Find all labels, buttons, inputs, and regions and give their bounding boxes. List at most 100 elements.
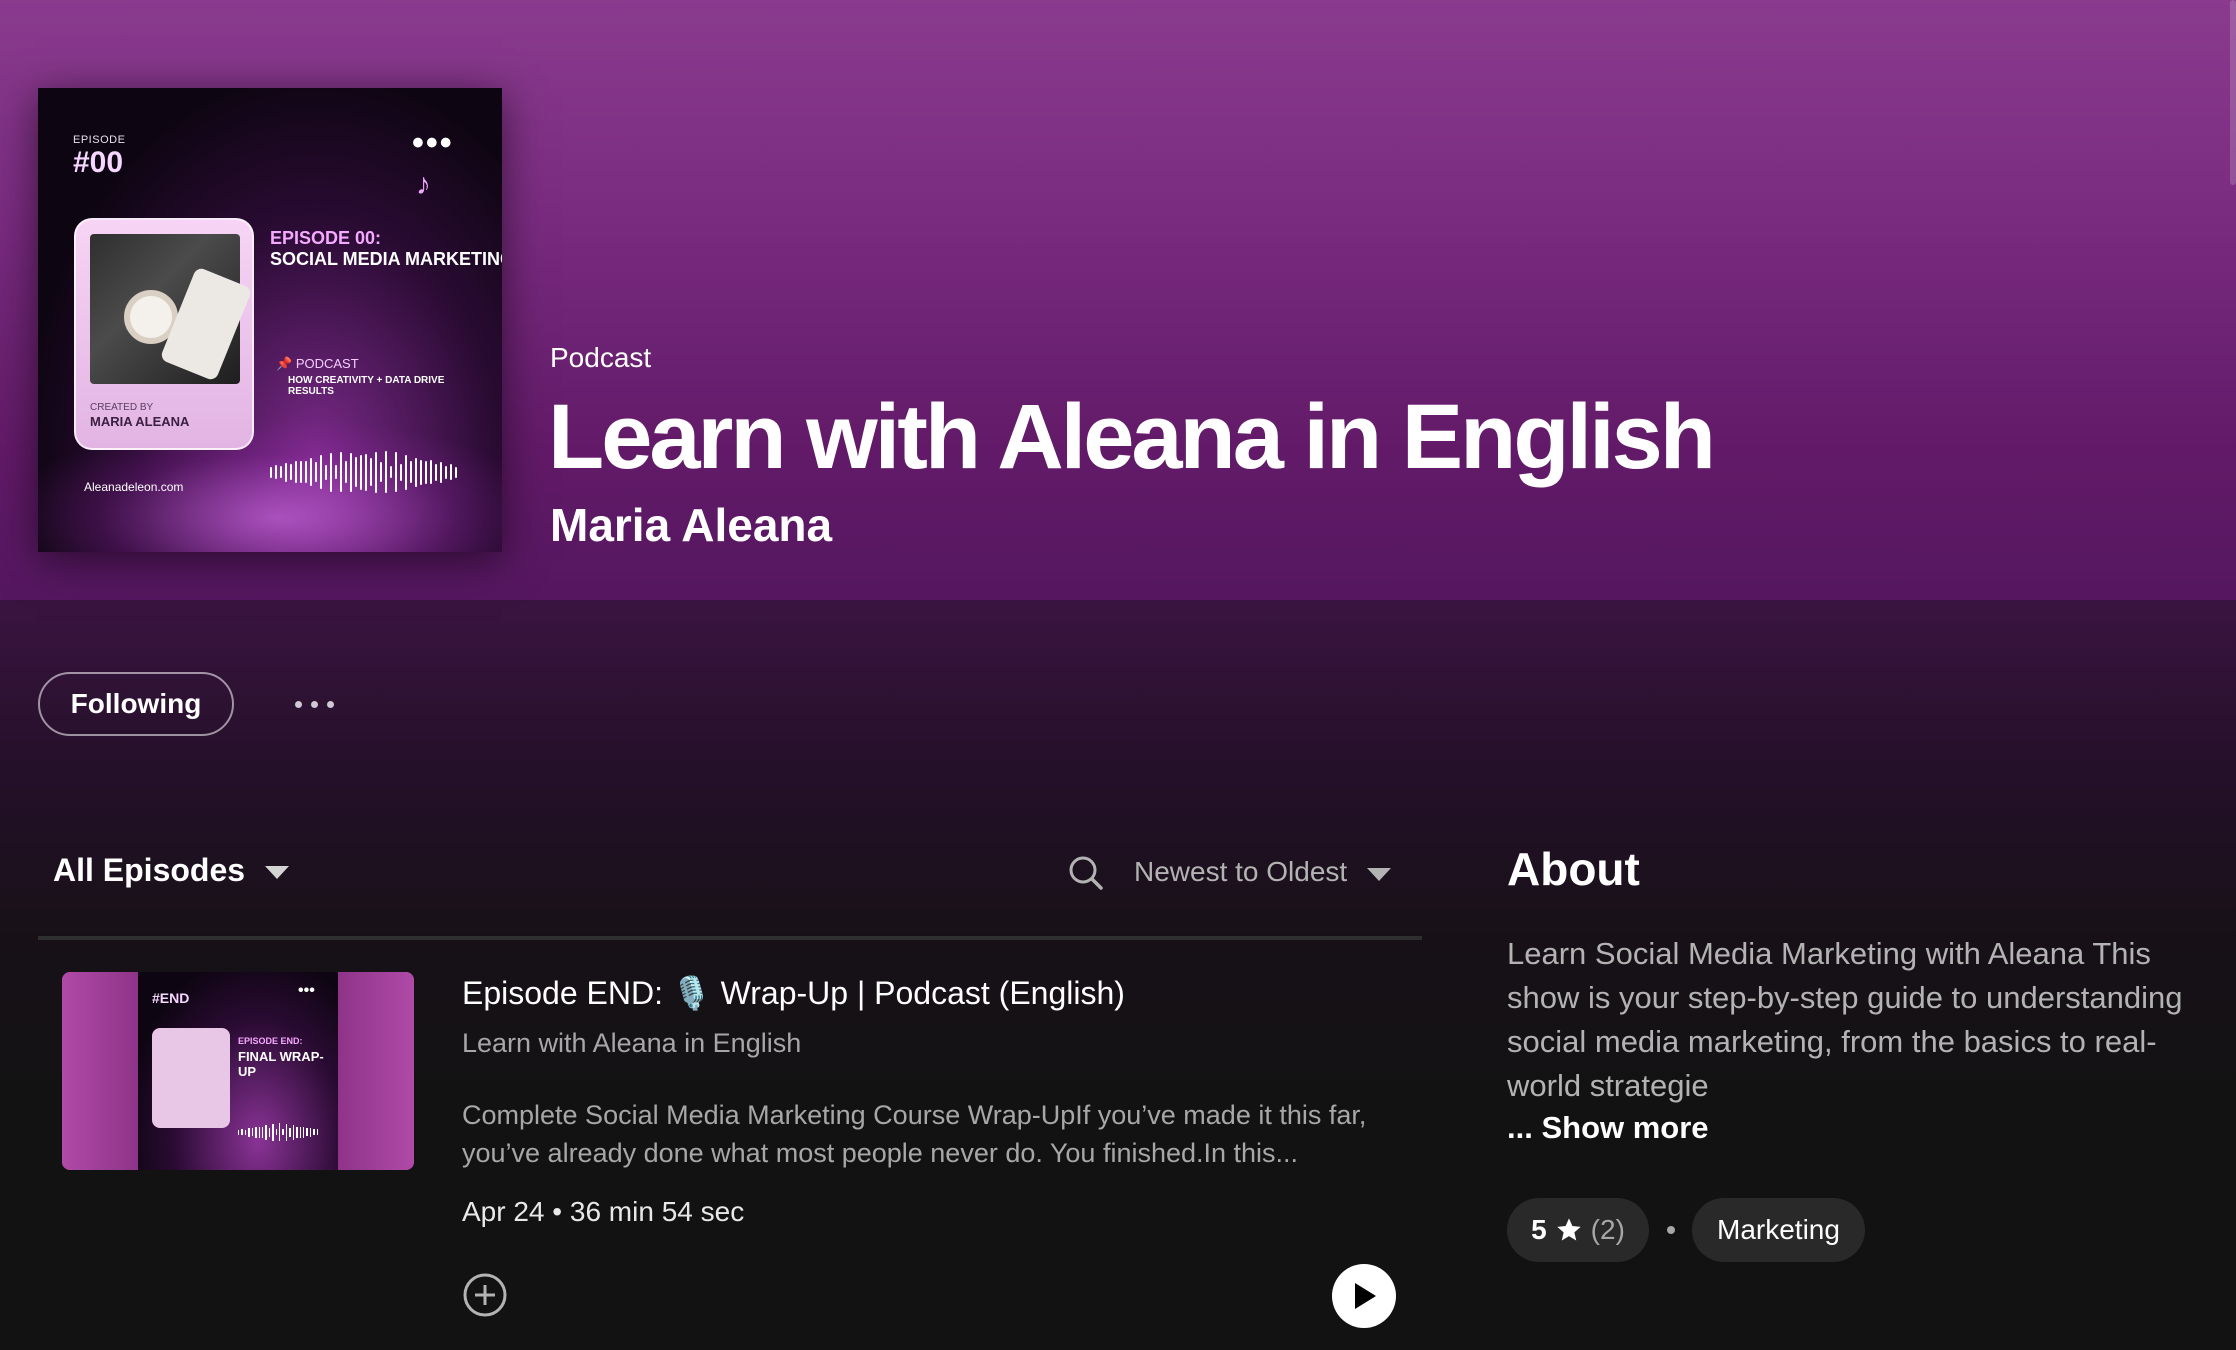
thumbnail-side-fill bbox=[338, 972, 414, 1170]
about-description: Learn Social Media Marketing with Aleana… bbox=[1507, 936, 2183, 1103]
star-icon bbox=[1557, 1218, 1581, 1241]
cover-dots-icon: ••• bbox=[412, 124, 454, 162]
waveform-bar bbox=[290, 464, 292, 480]
rating-value: 5 bbox=[1531, 1214, 1547, 1245]
waveform-bar bbox=[385, 451, 387, 493]
separator-dot bbox=[1667, 1226, 1675, 1234]
ellipsis-icon-dot bbox=[294, 700, 302, 708]
cover-created-by-name: MARIA ALEANA bbox=[90, 414, 190, 429]
waveform-bar bbox=[272, 1123, 274, 1141]
category-tag[interactable]: Marketing bbox=[1692, 1198, 1865, 1262]
cover-photo bbox=[90, 234, 253, 384]
episode-description: Complete Social Media Marketing Course W… bbox=[462, 1100, 1367, 1168]
waveform-bar bbox=[241, 1129, 243, 1135]
podcast-cover-art: EPISODE #00 ••• ♪ CREATED BY MARIA ALEAN… bbox=[38, 88, 502, 552]
waveform-bar bbox=[282, 1129, 284, 1135]
following-button[interactable]: Following bbox=[38, 672, 234, 736]
waveform-bar bbox=[340, 452, 342, 492]
waveform-bar bbox=[303, 1126, 305, 1138]
phone-shape bbox=[159, 266, 253, 382]
episodes-filter-dropdown[interactable]: All Episodes bbox=[53, 852, 290, 889]
more-options-button[interactable] bbox=[284, 680, 344, 728]
waveform-bar bbox=[299, 1126, 302, 1138]
waveform-bar bbox=[285, 1123, 288, 1141]
waveform-bar bbox=[360, 454, 362, 490]
waveform-bar bbox=[300, 461, 302, 483]
waveform-bar bbox=[415, 457, 417, 487]
list-divider bbox=[38, 936, 1422, 940]
waveform-bar bbox=[244, 1129, 247, 1135]
waveform-bar bbox=[295, 461, 297, 483]
waveform-bar bbox=[450, 464, 452, 480]
waveform-bar bbox=[306, 1128, 308, 1136]
waveform-bar bbox=[265, 1124, 267, 1140]
waveform-bar bbox=[313, 1129, 315, 1135]
waveform-bar bbox=[455, 466, 457, 478]
waveform-bar bbox=[395, 452, 397, 492]
waveform-bar bbox=[251, 1128, 254, 1136]
cover-created-by-label: CREATED BY bbox=[90, 402, 154, 413]
scrollbar-thumb[interactable] bbox=[2230, 0, 2236, 185]
waveform-bar bbox=[279, 1123, 281, 1141]
cover-podcast-tag-text: PODCAST bbox=[295, 356, 359, 371]
episode-title[interactable]: Episode END: 🎙️ Wrap-Up | Podcast (Engli… bbox=[462, 974, 1125, 1012]
waveform-bar bbox=[380, 462, 382, 482]
waveform-bar bbox=[292, 1124, 295, 1140]
waveform-bar bbox=[430, 460, 432, 484]
thumbnail-title: EPISODE END: FINAL WRAP-UP bbox=[238, 1032, 338, 1079]
waveform-bar bbox=[355, 457, 357, 487]
episode-meta: Apr 24 • 36 min 54 sec bbox=[462, 1196, 744, 1228]
waveform-bar bbox=[280, 466, 282, 478]
cover-episode-number: #00 bbox=[73, 146, 124, 179]
rating-count: (2) bbox=[1590, 1214, 1625, 1245]
waveform-graphic bbox=[270, 448, 460, 496]
about-heading: About bbox=[1507, 843, 1640, 895]
episode-thumbnail[interactable]: #END ••• EPISODE END: FINAL WRAP-UP bbox=[62, 972, 414, 1170]
waveform-bar bbox=[316, 1129, 319, 1135]
waveform-bar bbox=[320, 455, 322, 489]
rating-badge[interactable]: 5 (2) bbox=[1507, 1198, 1649, 1262]
cover-episode-title: EPISODE 00: SOCIAL MEDIA MARKETING FOR B… bbox=[270, 228, 502, 270]
waveform-bar bbox=[268, 1127, 271, 1137]
waveform-bar bbox=[305, 461, 307, 483]
thumbnail-side-fill bbox=[62, 972, 138, 1170]
cover-episode-title-line1: EPISODE 00: bbox=[270, 228, 382, 248]
search-icon[interactable] bbox=[1066, 853, 1106, 893]
waveform-bar bbox=[335, 465, 337, 479]
thumbnail-episode-number: #END bbox=[152, 990, 190, 1006]
waveform-bar bbox=[370, 458, 372, 486]
sort-dropdown[interactable]: Newest to Oldest bbox=[1134, 856, 1392, 888]
waveform-bar bbox=[285, 462, 287, 482]
meta-separator: • bbox=[552, 1196, 570, 1227]
waveform-bar bbox=[270, 466, 272, 478]
page-title: Learn with Aleana in English bbox=[548, 386, 1716, 488]
waveform-bar bbox=[330, 452, 332, 492]
thumbnail-art: #END ••• EPISODE END: FINAL WRAP-UP bbox=[138, 972, 338, 1170]
thumbnail-card bbox=[152, 1028, 230, 1128]
podcast-author[interactable]: Maria Aleana bbox=[550, 498, 832, 552]
waveform-bar bbox=[296, 1126, 298, 1138]
waveform-bar bbox=[445, 465, 447, 479]
waveform-bar bbox=[410, 461, 412, 483]
waveform-bar bbox=[275, 1129, 278, 1135]
waveform-bar bbox=[440, 461, 442, 483]
show-more-link[interactable]: ... Show more bbox=[1507, 1110, 1709, 1146]
ellipsis-icon-dot bbox=[310, 700, 318, 708]
episode-date: Apr 24 bbox=[462, 1196, 545, 1227]
play-button[interactable] bbox=[1332, 1264, 1396, 1328]
waveform-bar bbox=[405, 454, 407, 490]
waveform-bar bbox=[400, 463, 402, 481]
waveform-bar bbox=[238, 1129, 240, 1135]
plus-circle-icon[interactable] bbox=[462, 1272, 508, 1318]
thumbnail-dots-icon: ••• bbox=[298, 982, 315, 999]
thumbnail-waveform bbox=[238, 1122, 319, 1142]
episodes-filter-label: All Episodes bbox=[53, 852, 246, 888]
play-icon bbox=[1355, 1283, 1376, 1309]
waveform-bar bbox=[435, 463, 437, 481]
episode-show-name[interactable]: Learn with Aleana in English bbox=[462, 1028, 801, 1059]
waveform-bar bbox=[375, 451, 377, 493]
waveform-bar bbox=[261, 1126, 264, 1138]
episode-duration: 36 min 54 sec bbox=[569, 1196, 745, 1227]
waveform-bar bbox=[365, 453, 367, 491]
cover-episode-title-rest: SOCIAL MEDIA MARKETING FOR BEGINNERS bbox=[270, 249, 502, 269]
